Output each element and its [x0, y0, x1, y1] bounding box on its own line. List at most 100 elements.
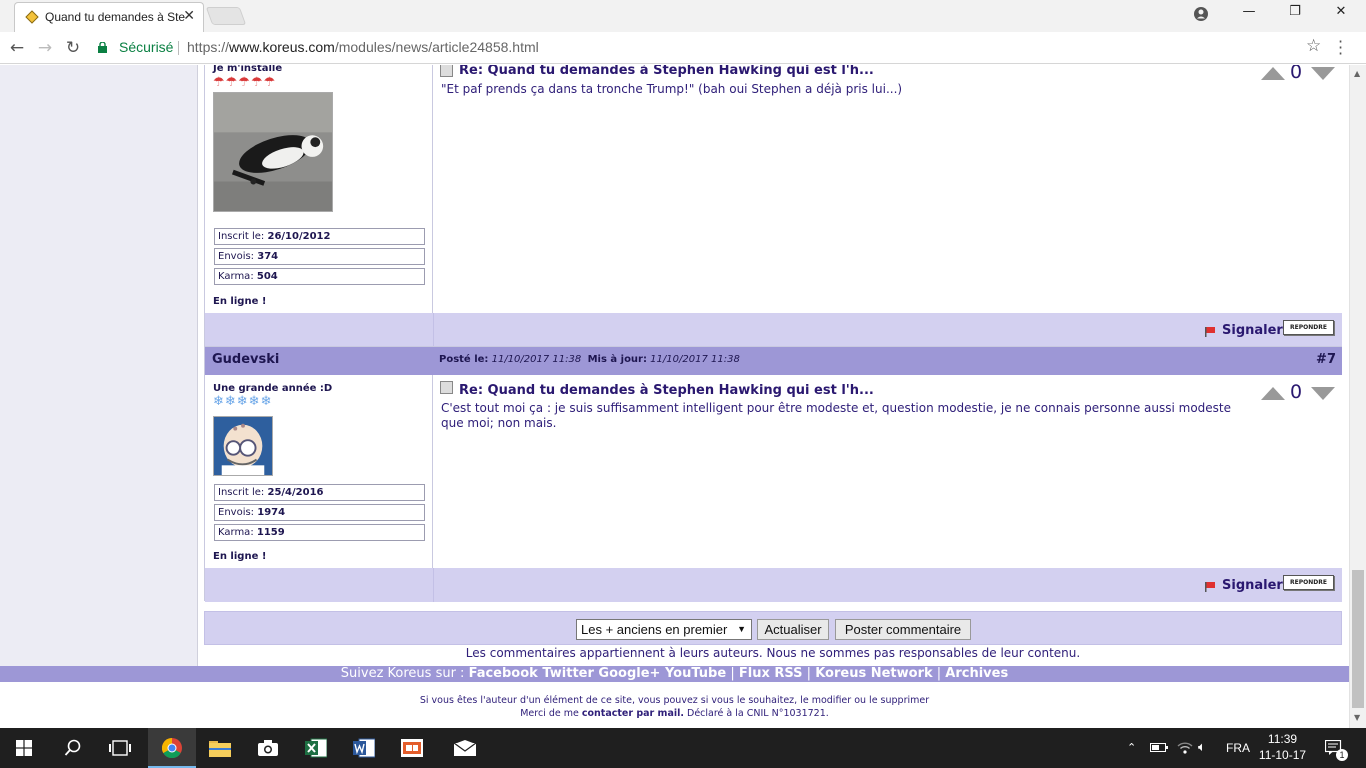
clock-date: 11-10-17 — [1258, 748, 1307, 762]
report-flag-icon[interactable] — [1205, 582, 1215, 592]
vote-up-icon[interactable] — [1261, 67, 1285, 80]
scroll-down-icon[interactable]: ▼ — [1354, 713, 1360, 722]
task-view-icon[interactable] — [109, 740, 131, 756]
excel-taskbar-item[interactable] — [292, 728, 340, 768]
scrollbar-thumb[interactable] — [1352, 570, 1364, 708]
new-tab-button[interactable] — [205, 7, 247, 25]
page-viewport: Je m'installe ☂☂☂☂☂ Inscrit le: 26/10/20… — [0, 65, 1349, 728]
reader-taskbar-item[interactable] — [388, 728, 436, 768]
browser-tab[interactable]: Quand tu demandes à Stephen Hawking qui … — [14, 2, 204, 32]
profile-icon[interactable] — [1194, 7, 1208, 21]
volume-icon[interactable]: 🔈︎ — [1198, 740, 1206, 755]
koreus-favicon-icon — [25, 10, 39, 24]
post-content: Re: Quand tu demandes à Stephen Hawking … — [434, 65, 1342, 313]
karma-info: Karma: 504 — [214, 268, 425, 285]
user-avatar-cat[interactable] — [213, 92, 333, 212]
post-comment-button[interactable]: Poster commentaire — [835, 619, 971, 640]
windows-taskbar: ⌃ 🔈︎ FRA 11:39 11-10-17 1 — [0, 728, 1366, 768]
vote-down-icon[interactable] — [1311, 67, 1335, 80]
address-bar[interactable]: Sécurisé https://www.koreus.com/modules/… — [92, 36, 1330, 60]
post-icon — [440, 381, 453, 394]
comment-username[interactable]: Gudevski — [212, 352, 279, 367]
window-close-button[interactable]: ✕ — [1318, 4, 1364, 26]
social-prefix: Suivez Koreus sur : — [340, 666, 465, 681]
order-select[interactable]: Les + anciens en premier ▼ — [576, 619, 752, 640]
reply-button[interactable]: REPONDRE — [1283, 575, 1334, 590]
comment-number[interactable]: #7 — [1316, 352, 1336, 367]
report-link[interactable]: Signaler — [1222, 323, 1283, 338]
vote-down-icon[interactable] — [1311, 387, 1335, 400]
user-avatar-professor[interactable] — [213, 416, 273, 476]
rss-link[interactable]: Flux RSS — [739, 666, 803, 681]
url-text[interactable]: https://www.koreus.com/modules/news/arti… — [187, 39, 539, 55]
reload-icon[interactable]: ↻ — [62, 38, 84, 58]
koreus-network-link[interactable]: Koreus Network — [815, 666, 932, 681]
camera-taskbar-item[interactable] — [244, 728, 292, 768]
vote-up-icon[interactable] — [1261, 387, 1285, 400]
minimize-button[interactable]: — — [1226, 4, 1272, 26]
karma-info: Karma: 1159 — [214, 524, 425, 541]
explorer-taskbar-item[interactable] — [196, 728, 244, 768]
tab-close-icon[interactable]: ✕ — [183, 8, 195, 24]
scroll-up-icon[interactable]: ▲ — [1354, 69, 1360, 78]
omnibox-separator — [178, 41, 179, 55]
back-arrow-icon[interactable]: ← — [6, 38, 28, 58]
vertical-scrollbar[interactable]: ▲ ▼ — [1349, 65, 1366, 728]
report-flag-icon[interactable] — [1205, 327, 1215, 337]
notification-count-badge: 1 — [1336, 749, 1348, 761]
comment-footer: Signaler REPONDRE — [205, 313, 1342, 347]
left-sidebar — [0, 65, 198, 667]
user-rank: Je m'installe — [213, 65, 283, 74]
social-links-bar: Suivez Koreus sur : Facebook Twitter Goo… — [0, 666, 1349, 682]
excel-icon — [305, 738, 327, 758]
lock-icon — [98, 42, 107, 53]
show-hidden-icons[interactable]: ⌃ — [1127, 741, 1136, 754]
mail-taskbar-item[interactable] — [440, 728, 488, 768]
browser-menu-icon[interactable]: · · · — [1338, 34, 1343, 62]
social-separator: | — [806, 666, 812, 681]
refresh-button[interactable]: Actualiser — [757, 619, 829, 640]
post-title[interactable]: Re: Quand tu demandes à Stephen Hawking … — [459, 65, 874, 78]
browser-tab-strip: Quand tu demandes à Stephen Hawking qui … — [0, 0, 1366, 32]
online-status: En ligne ! — [213, 296, 267, 307]
camera-icon — [258, 740, 278, 756]
inscrit-info: Inscrit le: 25/4/2016 — [214, 484, 425, 501]
clock-time: 11:39 — [1267, 732, 1298, 746]
archives-link[interactable]: Archives — [945, 666, 1008, 681]
comment-card: Je m'installe ☂☂☂☂☂ Inscrit le: 26/10/20… — [204, 65, 1342, 347]
footer-divider — [433, 568, 434, 602]
rank-snowflake-icons: ❄❄❄❄❄ — [213, 394, 273, 409]
social-separator: | — [936, 666, 942, 681]
chrome-taskbar-item[interactable] — [148, 728, 196, 768]
post-title[interactable]: Re: Quand tu demandes à Stephen Hawking … — [459, 383, 874, 398]
word-taskbar-item[interactable] — [340, 728, 388, 768]
search-icon[interactable] — [64, 739, 82, 757]
secure-label: Sécurisé — [119, 39, 174, 55]
comment-footer: Signaler REPONDRE — [205, 568, 1342, 602]
browser-toolbar: ← → ↻ Sécurisé https://www.koreus.com/mo… — [0, 32, 1366, 64]
post-body: C'est tout moi ça : je suis suffisamment… — [441, 401, 1232, 430]
footer-divider — [433, 313, 434, 347]
windows-start-icon[interactable] — [16, 740, 32, 756]
forward-arrow-icon[interactable]: → — [34, 38, 56, 58]
user-info-panel: Je m'installe ☂☂☂☂☂ Inscrit le: 26/10/20… — [205, 65, 433, 313]
input-language[interactable]: FRA — [1226, 741, 1250, 755]
bookmark-star-icon[interactable]: ☆ — [1306, 36, 1321, 56]
online-status: En ligne ! — [213, 551, 267, 562]
dropdown-arrow-icon: ▼ — [737, 624, 746, 634]
report-link[interactable]: Signaler — [1222, 578, 1283, 593]
battery-icon[interactable] — [1150, 741, 1168, 753]
user-rank: Une grande année :D — [213, 383, 333, 394]
wifi-icon[interactable] — [1177, 740, 1193, 754]
contact-mail-link[interactable]: contacter par mail. — [582, 708, 684, 719]
legal-line-1: Si vous êtes l'auteur d'un élément de ce… — [419, 695, 930, 706]
comment-card: Gudevski Posté le: 11/10/2017 11:38 Mis … — [204, 346, 1342, 602]
vote-count: 0 — [1290, 65, 1303, 83]
maximize-button[interactable]: ❐ — [1272, 4, 1318, 26]
tab-title: Quand tu demandes à Stephen Hawking qui … — [45, 10, 185, 24]
system-clock[interactable]: 11:39 11-10-17 — [1255, 731, 1310, 763]
comment-dates: Posté le: 11/10/2017 11:38 Mis à jour: 1… — [439, 354, 740, 365]
envois-info: Envois: 374 — [214, 248, 425, 265]
reply-button[interactable]: REPONDRE — [1283, 320, 1334, 335]
social-networks-link[interactable]: Facebook Twitter Google+ YouTube — [469, 666, 727, 681]
